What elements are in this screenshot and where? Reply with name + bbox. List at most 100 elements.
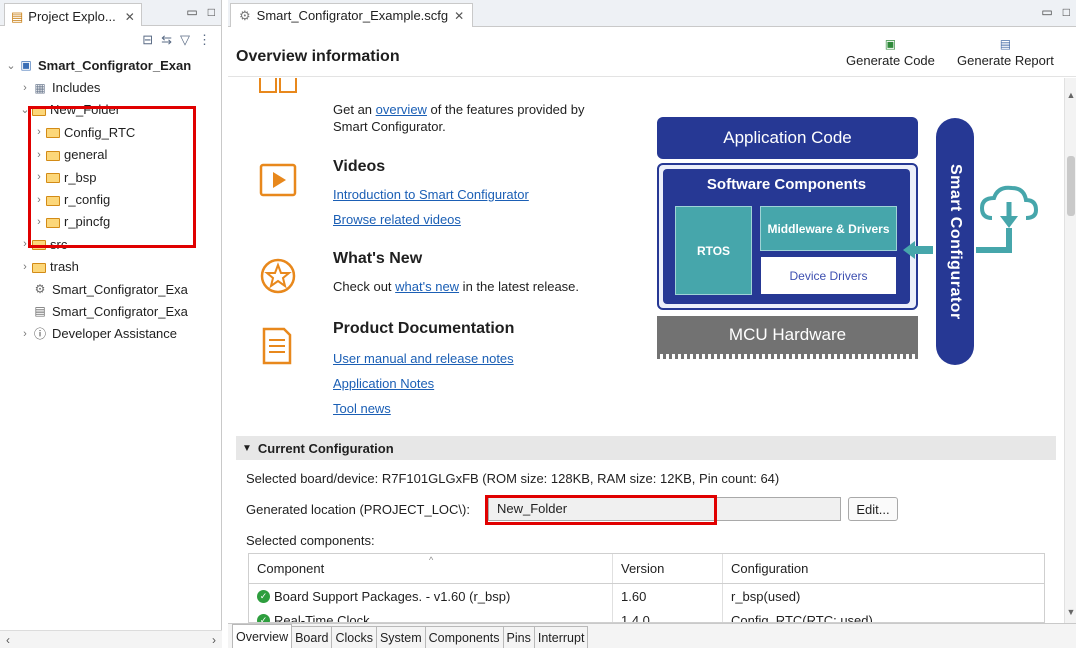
intro-pre: Get an — [333, 102, 376, 117]
gear-icon: ⚙ — [239, 7, 251, 23]
tab-board[interactable]: Board — [291, 626, 333, 648]
maximize-icon[interactable]: □ — [208, 5, 215, 19]
tree-item-includes[interactable]: › ▦ Includes — [4, 76, 221, 98]
selected-board-text: Selected board/device: R7F101GLGxFB (ROM… — [246, 471, 780, 486]
diagram-rtos: RTOS — [675, 206, 752, 295]
c-project-icon: ▣ — [20, 58, 32, 73]
maximize-icon[interactable]: □ — [1063, 5, 1070, 19]
table-row[interactable]: ✓ Real-Time Clock 1.4.0 Config_RTC(RTC: u… — [249, 608, 1044, 623]
tree-item-file[interactable]: ▤ Smart_Configrator_Exa — [4, 300, 221, 322]
close-icon[interactable]: ✕ — [125, 10, 135, 24]
sort-icon: ^ — [429, 555, 434, 565]
chevron-down-icon[interactable]: ⌄ — [4, 59, 18, 72]
generate-code-button[interactable]: ▣ Generate Code — [846, 37, 935, 68]
diagram-mcu-hardware: MCU Hardware — [657, 316, 918, 354]
component-name: Board Support Packages. - v1.60 (r_bsp) — [274, 588, 511, 604]
gear-file-icon: ⚙ — [34, 282, 46, 297]
overview-header: Overview information ▣ Generate Code ▤ G… — [228, 27, 1076, 77]
tab-system[interactable]: System — [375, 626, 426, 648]
whats-new-pre: Check out — [333, 279, 396, 294]
component-name: Real-Time Clock — [274, 612, 370, 623]
tab-overview[interactable]: Overview — [232, 624, 293, 648]
configuration-cell: r_bsp(used) — [731, 588, 801, 604]
arrow-left-icon — [903, 241, 933, 259]
file-icon: ▤ — [34, 304, 46, 319]
whats-new-title: What's New — [333, 250, 423, 267]
chevron-right-icon[interactable]: › — [18, 328, 32, 340]
intro-smart-configurator-link[interactable]: Introduction to Smart Configurator — [333, 187, 529, 202]
scroll-up-icon[interactable]: ▲ — [1065, 90, 1076, 100]
filter-icon[interactable]: ▽ — [180, 32, 190, 48]
browse-videos-link[interactable]: Browse related videos — [333, 212, 461, 227]
collapse-icon[interactable]: ▼ — [242, 443, 252, 454]
tree-label: Smart_Configrator_Exa — [52, 281, 188, 297]
close-icon[interactable]: ✕ — [454, 9, 464, 23]
table-row[interactable]: ✓ Board Support Packages. - v1.60 (r_bsp)… — [249, 584, 1044, 608]
tab-components[interactable]: Components — [424, 626, 504, 648]
edit-button[interactable]: Edit... — [848, 497, 898, 521]
link-editor-icon[interactable]: ⇆ — [161, 32, 172, 48]
generated-location-label: Generated location (PROJECT_LOC\): — [246, 502, 470, 517]
product-documentation-title: Product Documentation — [333, 320, 515, 337]
tab-pins[interactable]: Pins — [502, 626, 535, 648]
tab-label: Smart_Configrator_Example.scfg — [256, 8, 449, 23]
version-cell: 1.4.0 — [613, 608, 723, 622]
cloud-download-icon — [976, 185, 1039, 253]
intro-text-line2: Smart Configurator. — [333, 119, 446, 134]
diagram-application-code: Application Code — [657, 117, 918, 159]
includes-icon: ▦ — [34, 80, 46, 95]
scroll-left-icon[interactable]: ‹ — [6, 633, 10, 647]
horizontal-scrollbar[interactable]: ‹ › — [0, 630, 222, 648]
generate-report-button[interactable]: ▤ Generate Report — [957, 37, 1054, 68]
column-header-version[interactable]: Version — [613, 554, 723, 583]
intro-text: Get an overview of the features provided… — [333, 102, 584, 117]
document-icon — [262, 327, 292, 365]
diagram-device-drivers: Device Drivers — [760, 256, 897, 295]
whats-new-link[interactable]: what's new — [395, 279, 459, 294]
project-explorer-panel: ▤ Project Explo... ✕ ▭ □ ⊟ ⇆ ▽ ⋮ ⌄ ▣ Sma… — [0, 0, 222, 648]
tree-item-trash[interactable]: › trash — [4, 256, 221, 278]
tree-item-project[interactable]: ⌄ ▣ Smart_Configrator_Exan — [4, 54, 221, 76]
tab-interrupt[interactable]: Interrupt — [533, 626, 589, 648]
current-configuration-section[interactable]: ▼ Current Configuration — [236, 436, 1056, 460]
overview-link[interactable]: overview — [376, 102, 427, 117]
scroll-down-icon[interactable]: ▼ — [1065, 607, 1076, 617]
tab-scfg-editor[interactable]: ⚙ Smart_Configrator_Example.scfg ✕ — [230, 3, 474, 27]
chevron-right-icon[interactable]: › — [18, 82, 32, 94]
folder-icon — [32, 262, 46, 273]
vertical-scrollbar[interactable]: ▲ ▼ — [1064, 78, 1076, 623]
user-manual-link[interactable]: User manual and release notes — [333, 351, 514, 366]
highlight-box — [485, 495, 717, 525]
scroll-right-icon[interactable]: › — [212, 633, 216, 647]
component-cell: ✓ Board Support Packages. - v1.60 (r_bsp) — [249, 584, 613, 608]
tab-label: Project Explo... — [28, 9, 116, 24]
table-header: ^ Component Version Configuration — [249, 554, 1044, 584]
tree-item-scfg-file[interactable]: ⚙ Smart_Configrator_Exa — [4, 278, 221, 300]
intro-post: of the features provided by — [426, 102, 585, 117]
tool-news-link[interactable]: Tool news — [333, 401, 391, 416]
components-table: ^ Component Version Configuration ✓ Board… — [248, 553, 1045, 623]
diagram-sw-title: Software Components — [706, 176, 867, 193]
selected-components-label: Selected components: — [246, 533, 375, 548]
tree-label: Smart_Configrator_Exan — [38, 57, 192, 73]
configuration-cell: Config_RTC(RTC: used) — [731, 612, 873, 623]
view-menu-icon[interactable]: ⋮ — [198, 32, 211, 48]
application-notes-link[interactable]: Application Notes — [333, 376, 434, 391]
collapse-all-icon[interactable]: ⊟ — [142, 32, 153, 48]
tree-item-developer-assistance[interactable]: › ⓘ Developer Assistance — [4, 323, 221, 345]
whats-new-text: Check out what's new in the latest relea… — [333, 279, 579, 294]
editor-tabbar: ⚙ Smart_Configrator_Example.scfg ✕ ▭ □ — [228, 0, 1076, 27]
diagram-mcu-pins — [657, 354, 918, 359]
tab-clocks[interactable]: Clocks — [331, 626, 377, 648]
minimize-icon[interactable]: ▭ — [186, 5, 197, 19]
column-header-configuration[interactable]: Configuration — [723, 554, 1044, 583]
chevron-right-icon[interactable]: › — [18, 261, 32, 273]
overview-content: Get an overview of the features provided… — [228, 78, 1066, 623]
minimize-icon[interactable]: ▭ — [1041, 5, 1052, 19]
generate-report-label: Generate Report — [957, 53, 1054, 68]
star-badge-icon — [260, 258, 296, 294]
whats-new-post: in the latest release. — [459, 279, 580, 294]
scroll-thumb[interactable] — [1067, 156, 1075, 216]
tab-project-explorer[interactable]: ▤ Project Explo... ✕ — [4, 3, 142, 26]
help-icon: ⓘ — [33, 327, 46, 342]
